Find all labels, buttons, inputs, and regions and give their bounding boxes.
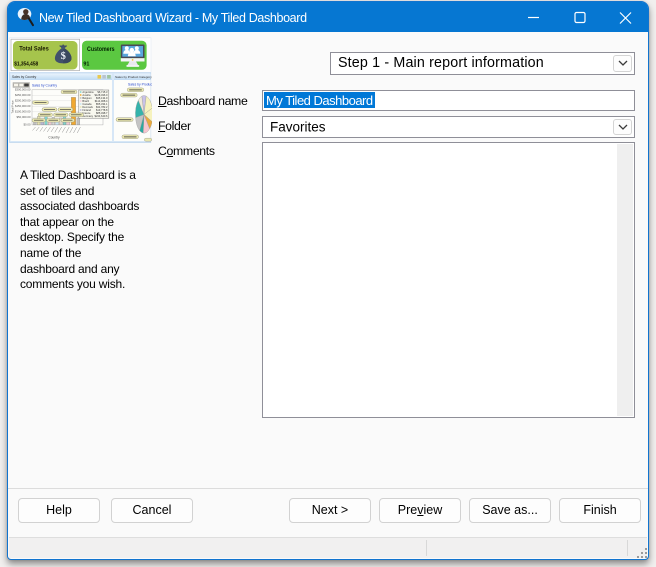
- svg-text:$150,000.00: $150,000.00: [15, 104, 31, 108]
- svg-text:Country: Country: [48, 136, 60, 140]
- svg-text:91: 91: [83, 61, 89, 67]
- svg-text:$200,000.00: $200,000.00: [15, 99, 31, 103]
- svg-text:Sales by Product Category: Sales by Product Category: [115, 75, 152, 79]
- svg-text:Sales by Country: Sales by Country: [12, 75, 37, 79]
- svg-text:$: $: [60, 51, 65, 62]
- svg-text:$300,000.00: $300,000.00: [15, 88, 31, 92]
- svg-text:$100,000.00: $100,000.00: [15, 110, 31, 114]
- svg-text:Germany: Germany: [82, 114, 93, 118]
- svg-text:Sales by Product: Sales by Product: [128, 82, 152, 86]
- svg-text:$250,000.00: $250,000.00: [15, 93, 31, 97]
- svg-text:Total Price: Total Price: [10, 100, 14, 114]
- svg-text:Sales by Country: Sales by Country: [32, 83, 57, 87]
- svg-text:Customers: Customers: [87, 46, 115, 53]
- svg-text:$0.00: $0.00: [23, 123, 30, 127]
- svg-text:$244,640.6: $244,640.6: [94, 114, 108, 118]
- svg-text:Total Sales: Total Sales: [19, 45, 49, 52]
- svg-text:$1,354,458: $1,354,458: [14, 61, 38, 67]
- svg-text:$50,000.00: $50,000.00: [16, 115, 30, 119]
